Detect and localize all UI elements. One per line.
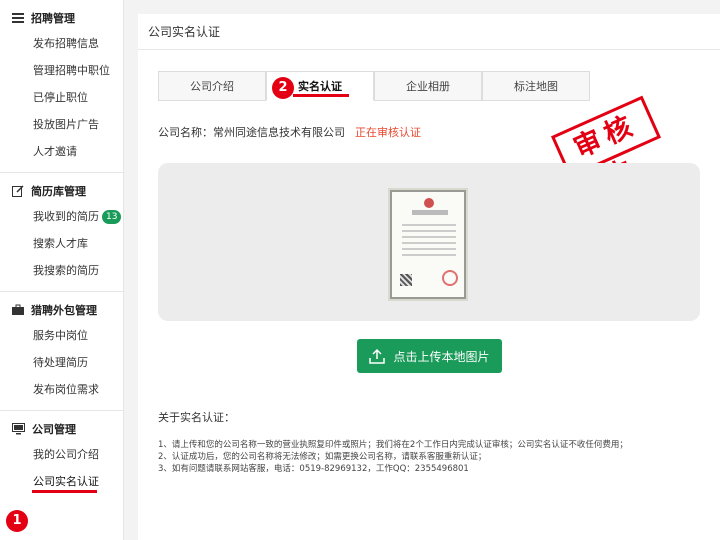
group-title-recruit: 招聘管理 <box>0 6 123 30</box>
sidebar-item-company-intro[interactable]: 我的公司介绍 <box>0 441 123 468</box>
monitor-icon <box>12 423 25 435</box>
group-recruit: 招聘管理 发布招聘信息 管理招聘中职位 已停止职位 投放图片广告 人才邀请 <box>0 0 123 173</box>
sidebar-item-search-talent[interactable]: 搜索人才库 <box>0 230 123 257</box>
edit-icon <box>12 185 24 197</box>
group-resume: 简历库管理 我收到的简历 13 搜索人才库 我搜索的简历 <box>0 173 123 292</box>
group-title-outsource: 猎聘外包管理 <box>0 298 123 322</box>
company-label: 公司名称： <box>158 126 213 139</box>
company-info: 公司名称：常州同途信息技术有限公司 正在审核认证 <box>158 124 421 140</box>
sidebar-item-verification[interactable]: 公司实名认证 <box>0 468 123 495</box>
sidebar-item-pending-resumes[interactable]: 待处理简历 <box>0 349 123 376</box>
sidebar-item-post-demand[interactable]: 发布岗位需求 <box>0 376 123 403</box>
about-item: 1、请上传和您的公司名称一致的营业执照复印件或照片；我们将在2个工作日内完成认证… <box>158 440 628 450</box>
about-title: 关于实名认证： <box>158 411 235 424</box>
tab-album[interactable]: 企业相册 <box>374 71 482 101</box>
about-verification: 关于实名认证： 1、请上传和您的公司名称一致的营业执照复印件或照片；我们将在2个… <box>158 409 698 475</box>
page-title: 公司实名认证 <box>138 14 720 50</box>
upload-icon <box>369 348 386 364</box>
list-icon <box>12 13 24 23</box>
sidebar-item-image-ads[interactable]: 投放图片广告 <box>0 111 123 138</box>
sidebar-item-talent-invite[interactable]: 人才邀请 <box>0 138 123 165</box>
group-company: 公司管理 我的公司介绍 公司实名认证 <box>0 411 123 495</box>
active-underline <box>32 490 97 493</box>
upload-preview-area[interactable] <box>158 163 700 321</box>
about-item: 2、认证成功后，您的公司名称将无法修改；如需更换公司名称，请联系客服重新认证； <box>158 452 487 462</box>
group-outsource: 猎聘外包管理 服务中岗位 待处理简历 发布岗位需求 <box>0 292 123 411</box>
company-name: 常州同途信息技术有限公司 <box>213 126 345 139</box>
license-thumbnail <box>388 188 468 301</box>
tab-map[interactable]: 标注地图 <box>482 71 590 101</box>
step-marker-1: 1 <box>6 510 28 532</box>
sidebar: 招聘管理 发布招聘信息 管理招聘中职位 已停止职位 投放图片广告 人才邀请 简历… <box>0 0 124 540</box>
sidebar-item-post-job[interactable]: 发布招聘信息 <box>0 30 123 57</box>
active-tab-underline <box>293 94 349 97</box>
group-title-company: 公司管理 <box>0 417 123 441</box>
group-title-resume: 简历库管理 <box>0 179 123 203</box>
sidebar-item-stopped-jobs[interactable]: 已停止职位 <box>0 84 123 111</box>
tab-company-intro[interactable]: 公司介绍 <box>158 71 266 101</box>
sidebar-item-manage-jobs[interactable]: 管理招聘中职位 <box>0 57 123 84</box>
step-marker-2: 2 <box>272 77 294 99</box>
tab-bar: 公司介绍 实名认证 企业相册 标注地图 <box>158 71 590 101</box>
about-item: 3、如有问题请联系网站客服，电话：0519-82969132，工作QQ：2355… <box>158 464 469 474</box>
briefcase-icon <box>12 304 24 315</box>
main-panel: 公司实名认证 公司介绍 实名认证 企业相册 标注地图 2 公司名称：常州同途信息… <box>138 14 720 540</box>
sidebar-item-received-resumes[interactable]: 我收到的简历 13 <box>0 203 123 230</box>
count-badge: 13 <box>102 210 122 224</box>
upload-button[interactable]: 点击上传本地图片 <box>357 339 502 373</box>
status-badge: 正在审核认证 <box>355 126 421 139</box>
sidebar-item-my-searched[interactable]: 我搜索的简历 <box>0 257 123 284</box>
sidebar-item-in-service[interactable]: 服务中岗位 <box>0 322 123 349</box>
